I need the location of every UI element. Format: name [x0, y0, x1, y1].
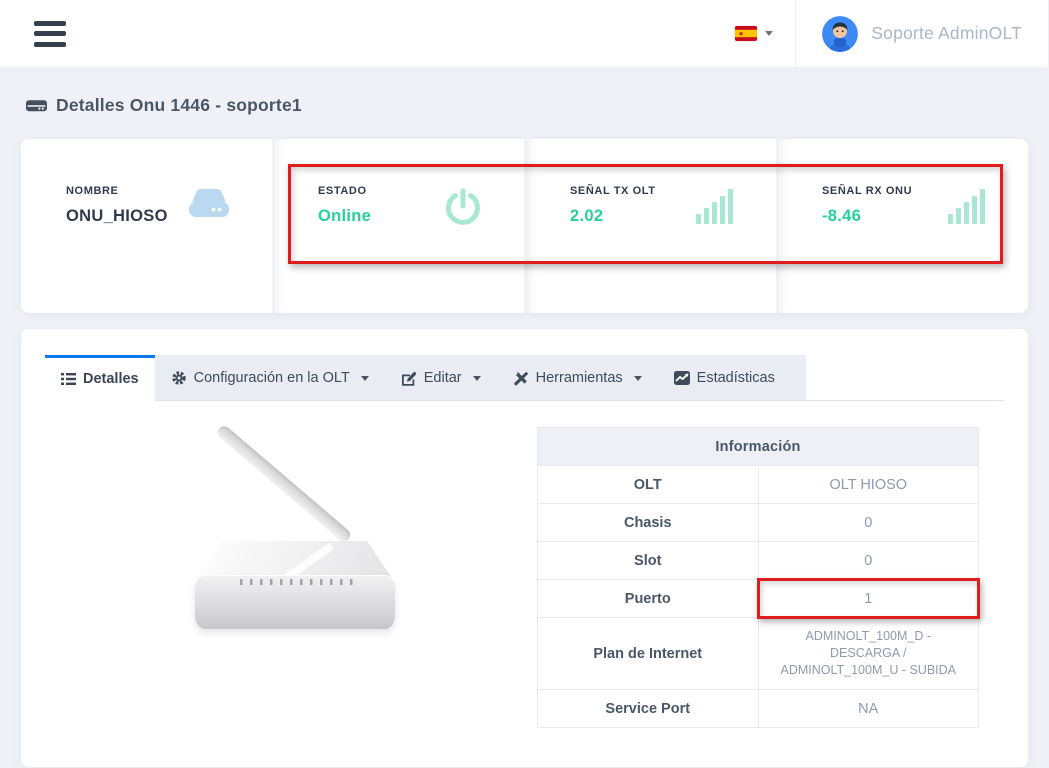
info-table-pane: Información OLT OLT HIOSO Chasis 0 — [537, 427, 1004, 728]
stat-senal-tx-olt: SEÑAL TX OLT 2.02 — [524, 139, 776, 313]
tab-bar: Detalles Configuración en la OLT — [45, 355, 1004, 401]
stat-nombre-value: ONU_HIOSO — [66, 207, 168, 226]
stat-estado-value: Online — [318, 207, 371, 226]
table-row-puerto: Puerto 1 — [538, 580, 979, 618]
list-icon — [61, 372, 76, 386]
user-avatar — [822, 16, 858, 52]
row-chasis-value: 0 — [758, 504, 979, 542]
chevron-down-icon — [634, 376, 642, 381]
tab-herramientas-label: Herramientas — [536, 370, 623, 386]
hdd-icon — [26, 97, 47, 114]
edit-icon — [401, 371, 417, 386]
row-chasis-label: Chasis — [538, 504, 759, 542]
table-row-service-port: Service Port NA — [538, 690, 979, 728]
signal-bars-icon — [696, 187, 736, 225]
row-olt-label: OLT — [538, 466, 759, 504]
tab-editar[interactable]: Editar — [385, 355, 497, 401]
tools-icon — [513, 371, 529, 386]
row-puerto-label: Puerto — [538, 580, 759, 618]
table-row-olt: OLT OLT HIOSO — [538, 466, 979, 504]
table-row-chasis: Chasis 0 — [538, 504, 979, 542]
page-content: Detalles Onu 1446 - soporte1 NOMBRE ONU_… — [0, 68, 1049, 767]
row-service-port-value: NA — [758, 690, 979, 728]
top-navbar: Soporte AdminOLT — [0, 0, 1049, 68]
tab-editar-label: Editar — [424, 370, 462, 386]
row-slot-value: 0 — [758, 542, 979, 580]
spain-flag-icon — [735, 26, 757, 41]
row-olt-value: OLT HIOSO — [758, 466, 979, 504]
informacion-table: Información OLT OLT HIOSO Chasis 0 — [537, 427, 979, 728]
table-row-plan-internet: Plan de Internet ADMINOLT_100M_D - DESCA… — [538, 618, 979, 690]
stat-tx-label: SEÑAL TX OLT — [570, 185, 656, 197]
row-plan-value: ADMINOLT_100M_D - DESCARGA / ADMINOLT_10… — [758, 618, 979, 690]
stat-rx-label: SEÑAL RX ONU — [822, 185, 912, 197]
onu-device-image — [195, 429, 395, 634]
info-table-header: Información — [538, 428, 979, 466]
stat-estado-label: ESTADO — [318, 185, 371, 197]
chevron-down-icon — [765, 31, 773, 36]
tab-detalles[interactable]: Detalles — [45, 355, 155, 401]
chevron-down-icon — [361, 376, 369, 381]
stat-rx-value: -8.46 — [822, 207, 912, 226]
tab-detalles-label: Detalles — [83, 371, 139, 387]
router-leds — [240, 579, 358, 585]
user-name: Soporte AdminOLT — [871, 23, 1022, 44]
page-title-text: Detalles Onu 1446 - soporte1 — [56, 95, 302, 116]
page-title: Detalles Onu 1446 - soporte1 — [26, 95, 1028, 116]
hdd-icon — [186, 187, 232, 225]
stat-nombre-label: NOMBRE — [66, 185, 168, 197]
router-top — [195, 541, 395, 577]
router-antenna — [215, 424, 353, 544]
signal-bars-icon — [948, 187, 988, 225]
chevron-down-icon — [473, 376, 481, 381]
language-selector[interactable] — [713, 0, 795, 67]
stat-senal-rx-onu: SEÑAL RX ONU -8.46 — [776, 139, 1028, 313]
power-icon — [442, 187, 484, 229]
onu-details-card: Detalles Configuración en la OLT — [21, 329, 1028, 767]
table-row-slot: Slot 0 — [538, 542, 979, 580]
stat-tx-value: 2.02 — [570, 207, 656, 226]
gear-icon — [171, 370, 187, 386]
onu-stats-card: NOMBRE ONU_HIOSO ESTADO Online — [21, 139, 1028, 313]
tab-herramientas[interactable]: Herramientas — [497, 355, 658, 401]
tabs-strip: Detalles Configuración en la OLT — [45, 355, 806, 400]
menu-toggle-button[interactable] — [34, 21, 66, 47]
stat-nombre: NOMBRE ONU_HIOSO — [21, 139, 272, 313]
device-image-pane — [45, 427, 537, 728]
detalles-tab-content: Información OLT OLT HIOSO Chasis 0 — [45, 401, 1004, 728]
tab-estadisticas[interactable]: Estadísticas — [658, 355, 791, 401]
row-slot-label: Slot — [538, 542, 759, 580]
stat-estado: ESTADO Online — [272, 139, 524, 313]
row-service-port-label: Service Port — [538, 690, 759, 728]
user-menu[interactable]: Soporte AdminOLT — [795, 0, 1049, 67]
chart-icon — [674, 371, 690, 385]
tab-estadisticas-label: Estadísticas — [697, 370, 775, 386]
row-puerto-value-annotated: 1 — [758, 580, 979, 618]
tab-configuracion-label: Configuración en la OLT — [194, 370, 350, 386]
row-plan-label: Plan de Internet — [538, 618, 759, 690]
tab-configuracion-olt[interactable]: Configuración en la OLT — [155, 355, 385, 401]
